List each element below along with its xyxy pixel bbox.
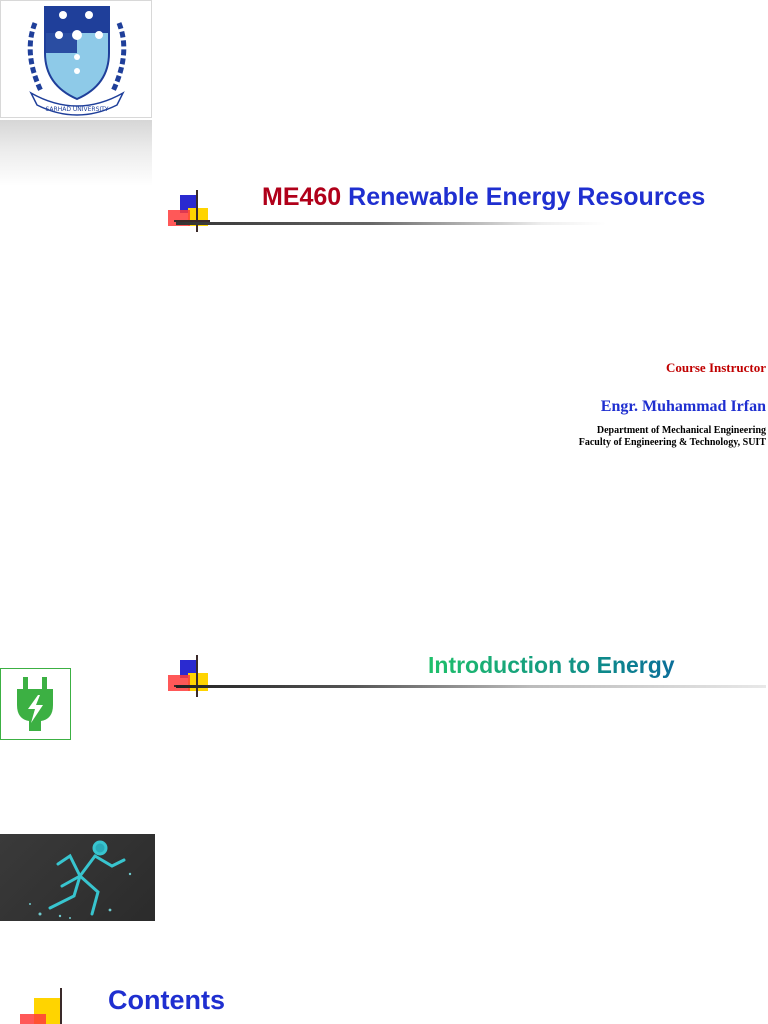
logo-text: SARHAD UNIVERSITY	[46, 106, 109, 113]
faculty-line: Faculty of Engineering & Technology, SUI…	[578, 437, 766, 448]
title-rule	[176, 222, 606, 225]
contents-title: Contents	[108, 985, 225, 1015]
slide-bullet-icon	[166, 655, 214, 699]
section-title: Introduction to Energy	[428, 652, 675, 678]
power-plug-icon	[0, 668, 71, 740]
logo-reflection	[0, 120, 152, 186]
university-logo: SARHAD UNIVERSITY	[0, 0, 152, 118]
department-line: Department of Mechanical Engineering	[596, 425, 766, 436]
course-name: Renewable Energy Resources	[348, 183, 706, 211]
instructor-name: Engr. Muhammad Irfan	[600, 398, 766, 415]
running-figure-image	[0, 834, 155, 921]
slide-bullet-icon	[20, 986, 68, 1024]
course-code: ME460	[262, 183, 342, 211]
course-title: ME460 Renewable Energy Resources	[262, 183, 768, 212]
title-rule	[176, 685, 766, 688]
instructor-label: Course Instructor	[665, 360, 766, 375]
university-crest-logo: SARHAD UNIVERSITY	[27, 6, 127, 116]
department-info: Department of Mechanical Engineering Fac…	[579, 425, 766, 449]
slide-bullet-icon	[166, 190, 214, 234]
